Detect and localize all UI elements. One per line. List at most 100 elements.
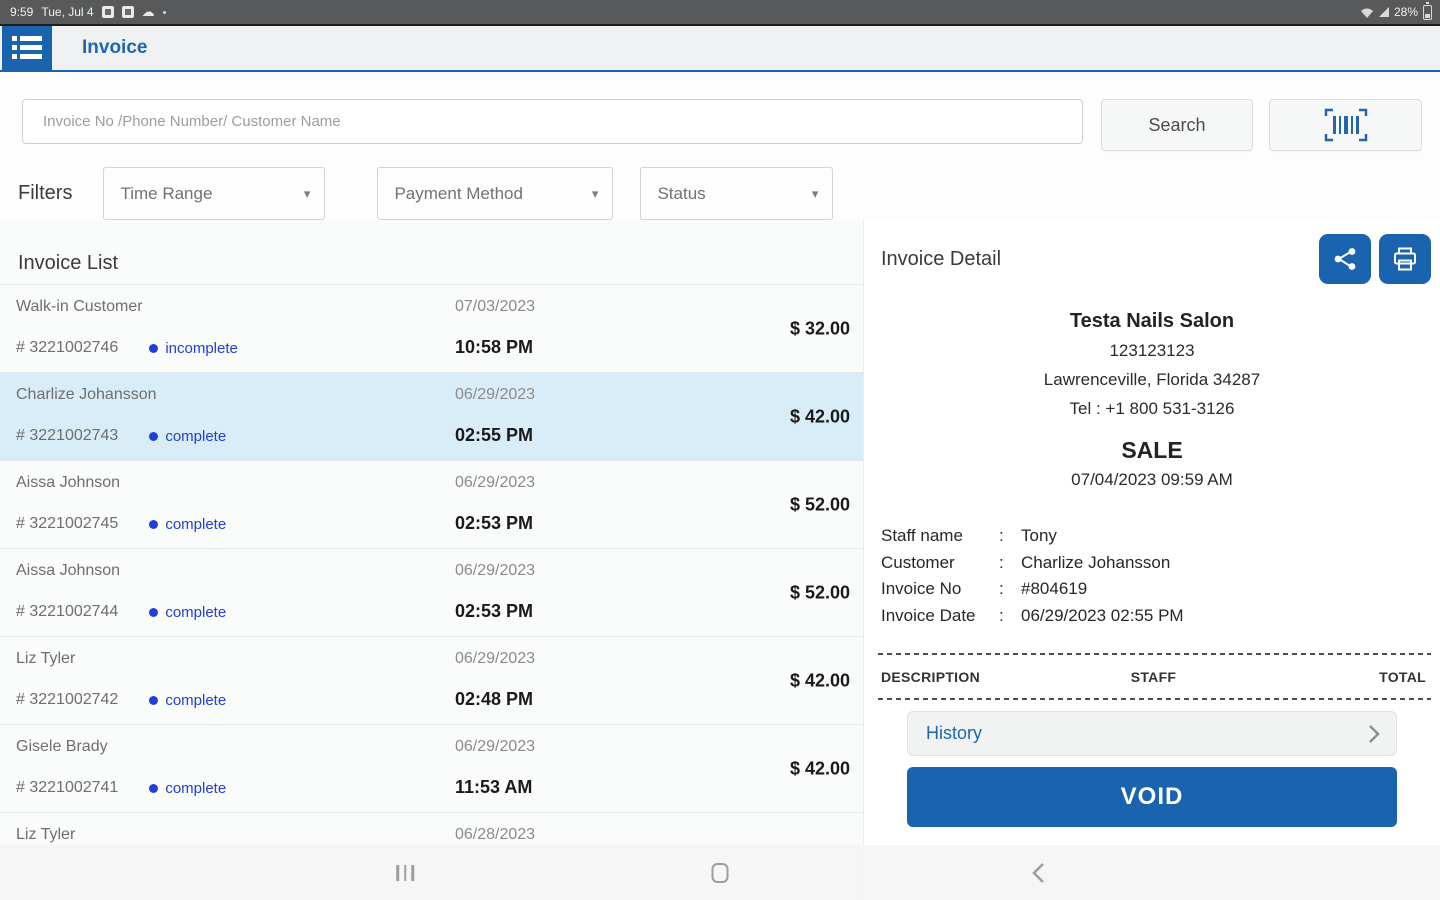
invoice-date: 06/29/2023 <box>455 650 535 668</box>
invoice-date: 07/03/2023 <box>455 298 535 316</box>
invoice-number: # 3221002744 <box>16 603 118 621</box>
invoice-time: 02:55 PM <box>455 425 533 446</box>
status-bar: 9:59 Tue, Jul 4 ☁ 28% <box>0 0 1440 24</box>
recents-button[interactable] <box>396 865 414 881</box>
invoice-date: 06/29/2023 <box>455 474 535 492</box>
home-button[interactable] <box>712 863 729 883</box>
print-button[interactable] <box>1379 234 1431 284</box>
time-range-dropdown-label: Time Range <box>120 184 212 204</box>
receipt-field: Invoice Date : 06/29/2023 02:55 PM <box>881 603 1440 630</box>
invoice-list-panel: Invoice List Walk-in Customer # 32210027… <box>0 220 864 900</box>
status-badge: complete <box>149 780 226 797</box>
battery-level-label: 28% <box>1394 5 1418 19</box>
search-button[interactable]: Search <box>1101 99 1253 151</box>
receipt-divider <box>878 698 1431 700</box>
status-badge: incomplete <box>149 340 238 357</box>
invoice-row[interactable]: Gisele Brady # 3221002741 complete 06/29… <box>0 725 863 813</box>
search-row: Search <box>22 99 1422 151</box>
void-button[interactable]: VOID <box>907 767 1397 827</box>
signal-icon <box>1379 7 1389 17</box>
receipt-field: Invoice No : #804619 <box>881 576 1440 603</box>
filters-label: Filters <box>18 182 72 205</box>
field-value: Tony <box>1021 523 1057 550</box>
status-label: complete <box>165 692 226 709</box>
invoice-amount: $ 52.00 <box>790 494 850 515</box>
invoice-row[interactable]: Charlize Johansson # 3221002743 complete… <box>0 373 863 461</box>
field-value: Charlize Johansson <box>1021 550 1170 577</box>
status-badge: complete <box>149 516 226 533</box>
status-badge: complete <box>149 604 226 621</box>
field-value: #804619 <box>1021 576 1087 603</box>
customer-name: Liz Tyler <box>16 826 75 844</box>
battery-icon <box>1423 5 1432 20</box>
page-title: Invoice <box>82 37 147 59</box>
staff-column-header: STAFF <box>1063 669 1245 685</box>
invoice-row[interactable]: Aissa Johnson # 3221002744 complete 06/2… <box>0 549 863 637</box>
customer-name: Walk-in Customer <box>16 298 143 316</box>
invoice-time: 02:53 PM <box>455 601 533 622</box>
status-dropdown[interactable]: Status ▾ <box>640 167 833 220</box>
invoice-number: # 3221002742 <box>16 691 118 709</box>
invoice-number: # 3221002746 <box>16 339 118 357</box>
customer-name: Gisele Brady <box>16 738 108 756</box>
invoice-detail-header: Invoice Detail <box>864 230 1440 288</box>
time-range-dropdown[interactable]: Time Range ▾ <box>103 167 325 220</box>
receipt-field: Customer : Charlize Johansson <box>881 550 1440 577</box>
share-button[interactable] <box>1319 234 1371 284</box>
field-value: 06/29/2023 02:55 PM <box>1021 603 1184 630</box>
customer-name: Charlize Johansson <box>16 386 157 404</box>
payment-method-dropdown[interactable]: Payment Method ▾ <box>377 167 613 220</box>
invoice-amount: $ 42.00 <box>790 406 850 427</box>
menu-button[interactable] <box>2 26 52 70</box>
field-label: Invoice Date <box>881 603 999 630</box>
cloud-icon: ☁ <box>142 6 155 18</box>
invoice-amount: $ 52.00 <box>790 582 850 603</box>
back-button[interactable] <box>1031 862 1045 884</box>
void-button-label: VOID <box>1121 783 1184 811</box>
search-button-label: Search <box>1148 115 1205 136</box>
notification-icon <box>102 6 114 18</box>
search-input[interactable] <box>22 99 1083 144</box>
status-label: complete <box>165 516 226 533</box>
field-label: Staff name <box>881 523 999 550</box>
bullet-list-icon <box>12 35 42 61</box>
status-dot-icon <box>149 784 158 793</box>
receipt-divider <box>878 653 1431 655</box>
invoice-date: 06/29/2023 <box>455 738 535 756</box>
status-label: complete <box>165 428 226 445</box>
invoice-date: 06/29/2023 <box>455 562 535 580</box>
chevron-right-icon <box>1368 724 1380 744</box>
notification-icon <box>122 6 134 18</box>
invoice-detail-title: Invoice Detail <box>864 248 1319 271</box>
receipt: Testa Nails Salon 123123123 Lawrencevill… <box>864 306 1440 700</box>
chevron-down-icon: ▾ <box>812 186 819 202</box>
barcode-scan-button[interactable] <box>1269 99 1422 151</box>
invoice-date: 06/29/2023 <box>455 386 535 404</box>
status-dot-icon <box>149 432 158 441</box>
invoice-row[interactable]: Liz Tyler # 3221002742 complete 06/29/20… <box>0 637 863 725</box>
receipt-field: Staff name : Tony <box>881 523 1440 550</box>
business-number: 123123123 <box>864 336 1440 365</box>
app-bar: Invoice <box>0 24 1440 72</box>
print-icon <box>1392 246 1418 272</box>
status-dot-icon <box>149 520 158 529</box>
status-label: incomplete <box>165 340 238 357</box>
customer-name: Aissa Johnson <box>16 562 120 580</box>
date-label: Tue, Jul 4 <box>41 5 93 19</box>
barcode-icon <box>1324 107 1368 143</box>
status-label: complete <box>165 780 226 797</box>
invoice-number: # 3221002745 <box>16 515 118 533</box>
invoice-rows: Walk-in Customer # 3221002746 incomplete… <box>0 284 863 900</box>
invoice-time: 10:58 PM <box>455 337 533 358</box>
history-label: History <box>926 723 982 744</box>
chevron-down-icon: ▾ <box>304 186 311 202</box>
filters-row: Filters Time Range ▾ Payment Method ▾ St… <box>0 167 1440 220</box>
status-label: complete <box>165 604 226 621</box>
status-dot-icon <box>149 608 158 617</box>
invoice-row[interactable]: Walk-in Customer # 3221002746 incomplete… <box>0 285 863 373</box>
history-button[interactable]: History <box>907 711 1397 756</box>
customer-name: Liz Tyler <box>16 650 75 668</box>
invoice-row[interactable]: Aissa Johnson # 3221002745 complete 06/2… <box>0 461 863 549</box>
invoice-detail-panel: Invoice Detail <box>864 220 1440 900</box>
invoice-number: # 3221002743 <box>16 427 118 445</box>
